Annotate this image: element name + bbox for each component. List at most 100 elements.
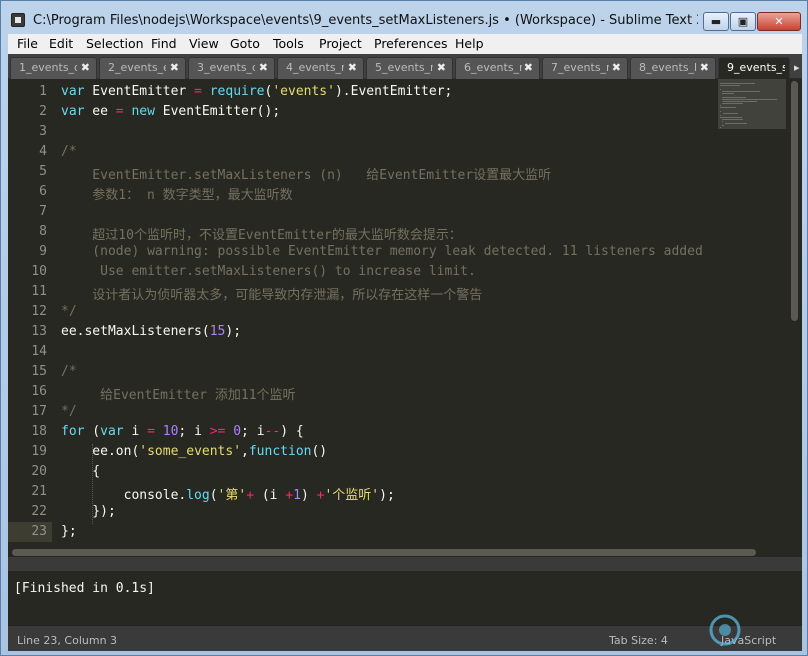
menu-tools[interactable]: Tools bbox=[273, 36, 304, 51]
code-area[interactable]: var EventEmitter = require('events').Eve… bbox=[61, 79, 717, 547]
line-number: 21 bbox=[31, 484, 47, 499]
tab-label: 8_events_listeners bbox=[639, 61, 697, 74]
code-line[interactable]: Use emitter.setMaxListeners() to increas… bbox=[61, 264, 476, 279]
minimap[interactable] bbox=[718, 79, 788, 139]
minimap-line bbox=[720, 117, 742, 118]
tab-3-events-once[interactable]: 3_events_once ✖ bbox=[188, 57, 275, 79]
line-number: 19 bbox=[31, 444, 47, 459]
tab-close-icon[interactable]: ✖ bbox=[700, 58, 709, 78]
line-number: 4 bbox=[39, 144, 47, 159]
tab-close-icon[interactable]: ✖ bbox=[170, 58, 179, 78]
tab-7-events[interactable]: 7_events_removeListener ✖ bbox=[542, 57, 628, 79]
code-line[interactable]: */ bbox=[61, 404, 77, 419]
code-line[interactable]: var ee = new EventEmitter(); bbox=[61, 104, 280, 119]
tab-close-icon[interactable]: ✖ bbox=[81, 58, 90, 78]
tab-2-events-emit[interactable]: 2_events_emit ✖ bbox=[99, 57, 186, 79]
line-number: 1 bbox=[39, 84, 47, 99]
minimap-line bbox=[722, 121, 724, 122]
tab-close-icon[interactable]: ✖ bbox=[437, 58, 446, 78]
tab-close-icon[interactable]: ✖ bbox=[612, 58, 621, 78]
close-button[interactable]: ✕ bbox=[757, 12, 801, 31]
menu-project[interactable]: Project bbox=[319, 36, 362, 51]
maximize-button[interactable]: ▣ bbox=[730, 12, 756, 31]
code-line[interactable]: /* bbox=[61, 144, 77, 159]
horizontal-scrollbar[interactable] bbox=[8, 547, 802, 557]
minimize-button[interactable]: ▬ bbox=[703, 12, 729, 31]
vertical-scroll-thumb[interactable] bbox=[791, 81, 798, 321]
code-line[interactable]: 超过10个监听时，不设置EventEmitter的最大监听数会提示： bbox=[61, 224, 462, 243]
horizontal-scroll-thumb[interactable] bbox=[12, 549, 756, 556]
tab-5-events[interactable]: 5_events_removeAllListeners ✖ bbox=[366, 57, 453, 79]
vertical-scrollbar[interactable] bbox=[790, 81, 800, 545]
code-line[interactable]: }); bbox=[61, 504, 116, 519]
minimap-line bbox=[720, 105, 722, 106]
tab-label: 7_events_removeListener bbox=[551, 61, 609, 74]
menu-file[interactable]: File bbox=[17, 36, 38, 51]
app-window: C:\Program Files\nodejs\Workspace\events… bbox=[0, 0, 808, 656]
code-line[interactable]: }; bbox=[61, 524, 77, 539]
tab-4-events[interactable]: 4_events_removeListener ✖ bbox=[277, 57, 364, 79]
menu-find[interactable]: Find bbox=[151, 36, 177, 51]
code-line[interactable]: (node) warning: possible EventEmitter me… bbox=[61, 244, 703, 259]
tab-8-events[interactable]: 8_events_listeners ✖ bbox=[630, 57, 716, 79]
code-line[interactable]: for (var i = 10; i >= 0; i--) { bbox=[61, 424, 304, 439]
line-number: 2 bbox=[39, 104, 47, 119]
panel-divider[interactable] bbox=[8, 557, 802, 571]
title-bar[interactable]: C:\Program Files\nodejs\Workspace\events… bbox=[1, 1, 807, 34]
tab-label: 4_events_removeListener bbox=[286, 61, 344, 74]
code-line[interactable]: 参数1： n 数字类型，最大监听数 bbox=[61, 184, 292, 203]
minimap-line bbox=[723, 101, 757, 102]
line-number: 17 bbox=[31, 404, 47, 419]
code-line[interactable]: 给EventEmitter 添加11个监听 bbox=[61, 384, 295, 403]
minimap-line bbox=[722, 125, 725, 126]
code-line[interactable]: ee.setMaxListeners(15); bbox=[61, 324, 241, 339]
build-output-panel[interactable]: [Finished in 0.1s] bbox=[8, 571, 802, 625]
tab-close-icon[interactable]: ✖ bbox=[259, 58, 268, 78]
status-bar: Line 23, Column 3 Tab Size: 4 JavaScript bbox=[8, 625, 802, 651]
menu-selection[interactable]: Selection bbox=[86, 36, 144, 51]
tab-6-events[interactable]: 6_events_removeAll ✖ bbox=[455, 57, 540, 79]
line-number: 6 bbox=[39, 184, 47, 199]
tab-close-icon[interactable]: ✖ bbox=[348, 58, 357, 78]
sublime-app-icon[interactable] bbox=[11, 13, 25, 27]
code-line[interactable]: console.log('第'+ (i +1) +'个监听'); bbox=[61, 484, 395, 503]
minimap-line bbox=[720, 89, 722, 90]
minimap-line bbox=[723, 113, 738, 114]
line-number: 13 bbox=[31, 324, 47, 339]
cursor-position: Line 23, Column 3 bbox=[17, 634, 118, 647]
code-line[interactable]: var EventEmitter = require('events').Eve… bbox=[61, 84, 452, 99]
tab-close-icon[interactable]: ✖ bbox=[524, 58, 533, 78]
minimap-line bbox=[720, 107, 737, 108]
minimap-line bbox=[722, 119, 744, 120]
menu-goto[interactable]: Goto bbox=[230, 36, 260, 51]
minimap-line bbox=[722, 93, 735, 94]
line-number: 15 bbox=[31, 364, 47, 379]
minimap-line bbox=[722, 97, 747, 98]
tab-9-events-setmaxlisteners[interactable]: 9_events_setMaxListeners bbox=[718, 57, 790, 79]
code-line[interactable]: 设计者认为侦听器太多，可能导致内存泄漏，所以存在这样一个警告 bbox=[61, 284, 482, 303]
code-line[interactable]: */ bbox=[61, 304, 77, 319]
code-line[interactable]: ee.on('some_events',function() bbox=[61, 444, 327, 459]
tab-1-events-on[interactable]: 1_events_on ✖ bbox=[10, 57, 97, 79]
line-number: 3 bbox=[39, 124, 47, 139]
minimap-line bbox=[720, 115, 722, 116]
code-editor[interactable]: 1 2 3 4 5 6 7 8 9 10 11 12 13 14 15 16 17 18 19 20 21 22 23 va… bbox=[8, 79, 802, 557]
menu-preferences[interactable]: Preferences bbox=[374, 36, 448, 51]
line-number: 18 bbox=[31, 424, 47, 439]
code-line[interactable]: EventEmitter.setMaxListeners (n) 给EventE… bbox=[61, 164, 551, 183]
menu-view[interactable]: View bbox=[189, 36, 219, 51]
minimap-line bbox=[720, 83, 755, 84]
code-line[interactable]: { bbox=[61, 464, 100, 479]
minimap-line bbox=[720, 85, 740, 86]
minimap-line bbox=[722, 91, 761, 92]
tab-overflow-icon[interactable]: ▸ bbox=[794, 61, 800, 74]
syntax-indicator[interactable]: JavaScript bbox=[721, 634, 776, 647]
tab-size-indicator[interactable]: Tab Size: 4 bbox=[609, 634, 668, 647]
menu-help[interactable]: Help bbox=[455, 36, 484, 51]
menu-edit[interactable]: Edit bbox=[49, 36, 73, 51]
minimap-line bbox=[722, 103, 744, 104]
code-line[interactable]: /* bbox=[61, 364, 77, 379]
tab-bar: 1_events_on ✖ 2_events_emit ✖ 3_events_o… bbox=[8, 54, 802, 79]
line-number: 7 bbox=[39, 204, 47, 219]
minimap-viewport[interactable] bbox=[718, 79, 786, 129]
